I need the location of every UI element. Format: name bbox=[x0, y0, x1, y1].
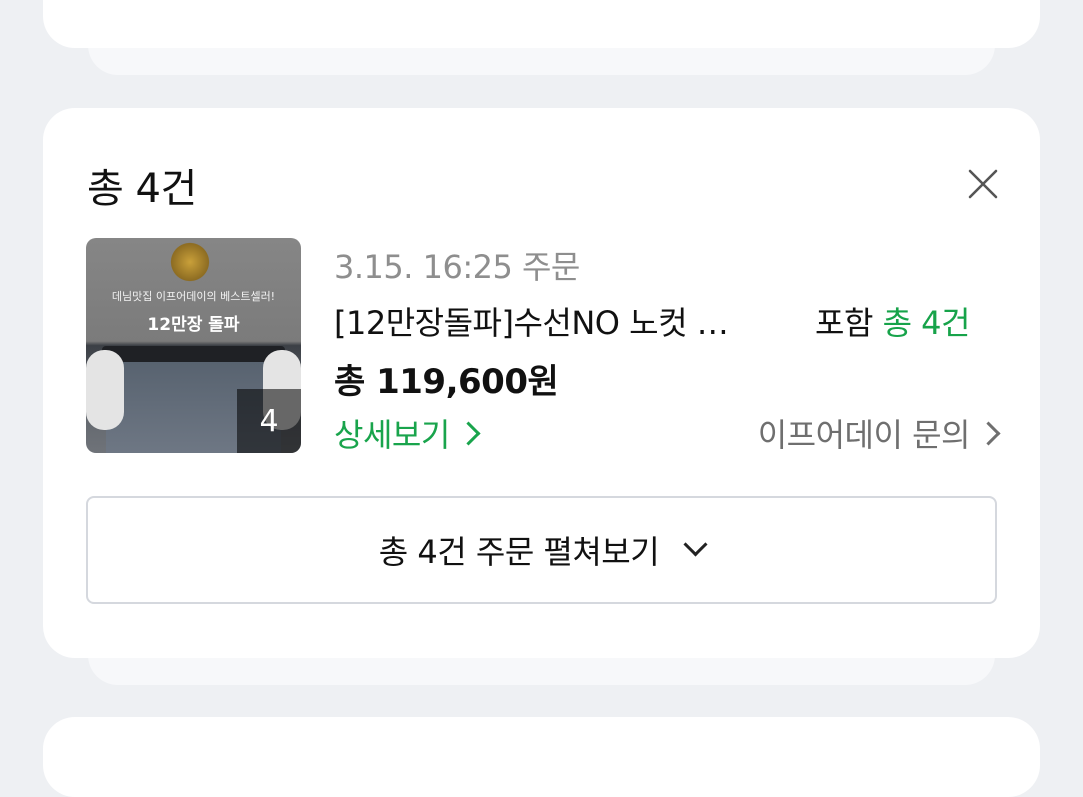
order-total-price: 총 119,600원 bbox=[334, 362, 559, 402]
order-count-title: 총 4건 bbox=[87, 166, 197, 212]
close-icon[interactable] bbox=[965, 166, 1001, 202]
best-badge-icon bbox=[166, 242, 214, 282]
product-name: [12만장돌파]수선NO 노컷 일자 와이드 데님 팬츠 bbox=[334, 304, 750, 342]
next-order-card bbox=[43, 717, 1040, 797]
include-count: 포함 총 4건 bbox=[815, 298, 970, 344]
seller-inquiry-label: 이프어데이 문의 bbox=[757, 416, 971, 454]
product-thumbnail[interactable]: 데님맛집 이프어데이의 베스트셀러! 12만장 돌파 4 bbox=[86, 238, 301, 453]
previous-order-card bbox=[43, 0, 1040, 48]
view-details-label: 상세보기 bbox=[334, 416, 450, 454]
jeans-waistband bbox=[102, 346, 285, 362]
include-total: 총 4건 bbox=[882, 304, 971, 342]
thumbnail-caption: 데님맛집 이프어데이의 베스트셀러! bbox=[111, 290, 276, 303]
expand-orders-button[interactable]: 총 4건 주문 펼쳐보기 bbox=[86, 496, 997, 604]
chevron-right-icon bbox=[976, 421, 1001, 446]
seller-inquiry-link[interactable]: 이프어데이 문의 bbox=[757, 410, 1001, 456]
item-count-badge: 4 bbox=[237, 389, 301, 453]
chevron-right-icon bbox=[456, 421, 481, 446]
hand-left bbox=[86, 350, 124, 430]
chevron-down-icon bbox=[683, 531, 708, 557]
expand-orders-label: 총 4건 주문 펼쳐보기 bbox=[378, 533, 660, 571]
order-group-card: 총 4건 데님맛집 이프어데이의 베스트셀러! 12만장 돌파 4 3.15. … bbox=[43, 108, 1040, 658]
order-date: 3.15. 16:25 주문 bbox=[334, 248, 580, 286]
view-details-link[interactable]: 상세보기 bbox=[334, 410, 481, 456]
include-label: 포함 bbox=[815, 304, 883, 342]
thumbnail-headline: 12만장 돌파 bbox=[147, 315, 240, 335]
